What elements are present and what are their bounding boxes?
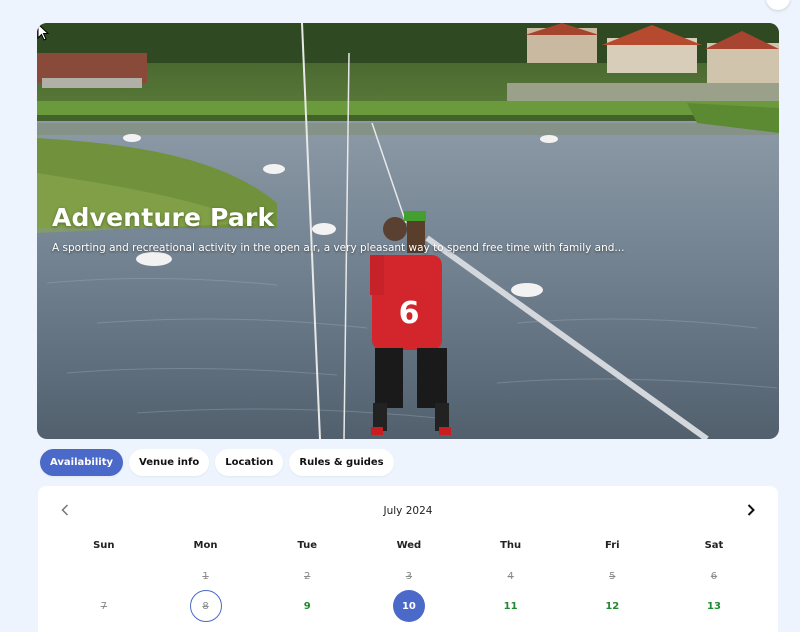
- weekday-mon: Mon: [193, 540, 218, 551]
- tab-rules-guides[interactable]: Rules & guides: [289, 449, 394, 476]
- page: 6 Adventure Park A sporting and recreati…: [0, 0, 800, 632]
- calendar-day: 1: [202, 570, 209, 582]
- calendar-day: 4: [507, 570, 514, 582]
- next-month-button[interactable]: [741, 500, 761, 520]
- calendar-day: 5: [609, 570, 616, 582]
- weekday-sat: Sat: [704, 540, 724, 551]
- chevron-right-icon: [747, 504, 755, 516]
- calendar-week: 1 2 3 4 5 6: [53, 566, 765, 586]
- weekday-wed: Wed: [396, 540, 422, 551]
- calendar-day-available[interactable]: 11: [460, 590, 562, 622]
- calendar-day-available[interactable]: 9: [256, 590, 358, 622]
- availability-calendar: July 2024 Sun Mon Tue Wed Thu Fri Sat 1 …: [38, 486, 778, 632]
- tab-venue-info[interactable]: Venue info: [129, 449, 210, 476]
- hero-description: A sporting and recreational activity in …: [52, 242, 625, 254]
- calendar-day: 6: [710, 570, 718, 582]
- calendar-day: 2: [304, 570, 311, 582]
- mouse-cursor-icon: [37, 23, 49, 41]
- calendar-day-selected[interactable]: 10: [358, 590, 460, 622]
- svg-text:6: 6: [399, 296, 420, 331]
- month-label: July 2024: [383, 505, 433, 517]
- tab-availability[interactable]: Availability: [40, 449, 123, 476]
- weekday-sun: Sun: [93, 540, 115, 551]
- weekday-thu: Thu: [500, 540, 522, 551]
- top-corner-button[interactable]: [766, 0, 790, 10]
- calendar-day-available[interactable]: 13: [663, 590, 765, 622]
- hero-text-block: Adventure Park A sporting and recreation…: [52, 203, 752, 254]
- hero-title: Adventure Park: [52, 203, 275, 232]
- calendar-day-empty: [53, 566, 155, 586]
- calendar-day: 7: [100, 600, 108, 612]
- tab-location[interactable]: Location: [215, 449, 284, 476]
- calendar-day: 3: [405, 570, 413, 582]
- hero-banner: 6 Adventure Park A sporting and recreati…: [37, 23, 779, 439]
- calendar-day-today: 8: [155, 590, 257, 622]
- tab-bar: Availability Venue info Location Rules &…: [40, 449, 394, 476]
- weekday-header: Sun Mon Tue Wed Thu Fri Sat: [53, 540, 765, 551]
- calendar-week: 7 8 9 10 11 12 13: [53, 590, 765, 622]
- weekday-tue: Tue: [297, 540, 318, 551]
- weekday-fri: Fri: [605, 540, 620, 551]
- calendar-day-available[interactable]: 12: [561, 590, 663, 622]
